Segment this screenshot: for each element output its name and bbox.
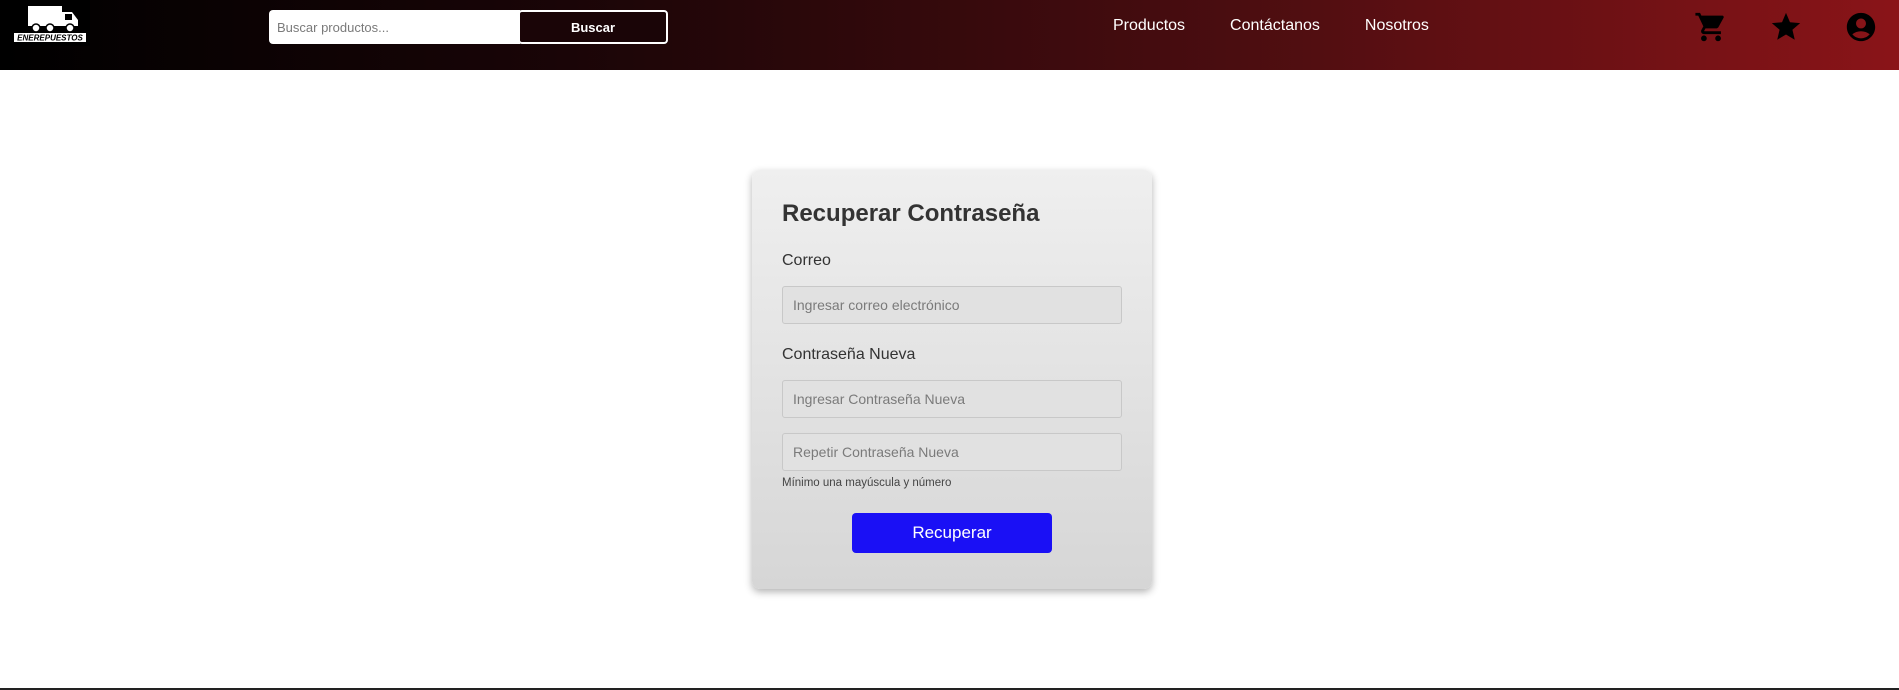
brand-logo[interactable]: ENEREPUESTOS bbox=[10, 0, 90, 46]
repeat-password-field[interactable] bbox=[782, 433, 1122, 471]
nav-link-productos[interactable]: Productos bbox=[1113, 17, 1185, 35]
search-form: Buscar bbox=[269, 10, 668, 44]
recover-password-card: Recuperar Contraseña Correo Contraseña N… bbox=[752, 170, 1152, 589]
new-password-field[interactable] bbox=[782, 380, 1122, 418]
nav-link-nosotros[interactable]: Nosotros bbox=[1365, 17, 1429, 35]
star-icon[interactable] bbox=[1769, 10, 1803, 44]
nav-icons bbox=[1694, 10, 1878, 44]
main-nav: Productos Contáctanos Nosotros bbox=[1113, 17, 1474, 35]
search-button[interactable]: Buscar bbox=[518, 10, 668, 44]
password-hint: Mínimo una mayúscula y número bbox=[782, 477, 952, 489]
top-navbar: ENEREPUESTOS Buscar Productos Contáctano… bbox=[0, 0, 1899, 70]
account-icon[interactable] bbox=[1844, 10, 1878, 44]
new-password-label: Contraseña Nueva bbox=[782, 346, 916, 363]
recover-button[interactable]: Recuperar bbox=[852, 513, 1052, 553]
nav-link-contactanos[interactable]: Contáctanos bbox=[1230, 17, 1320, 35]
search-input[interactable] bbox=[269, 10, 520, 44]
svg-text:ENEREPUESTOS: ENEREPUESTOS bbox=[17, 34, 83, 43]
cart-icon[interactable] bbox=[1694, 10, 1728, 44]
email-field[interactable] bbox=[782, 286, 1122, 324]
page-title: Recuperar Contraseña bbox=[782, 200, 1040, 227]
email-label: Correo bbox=[782, 252, 831, 269]
